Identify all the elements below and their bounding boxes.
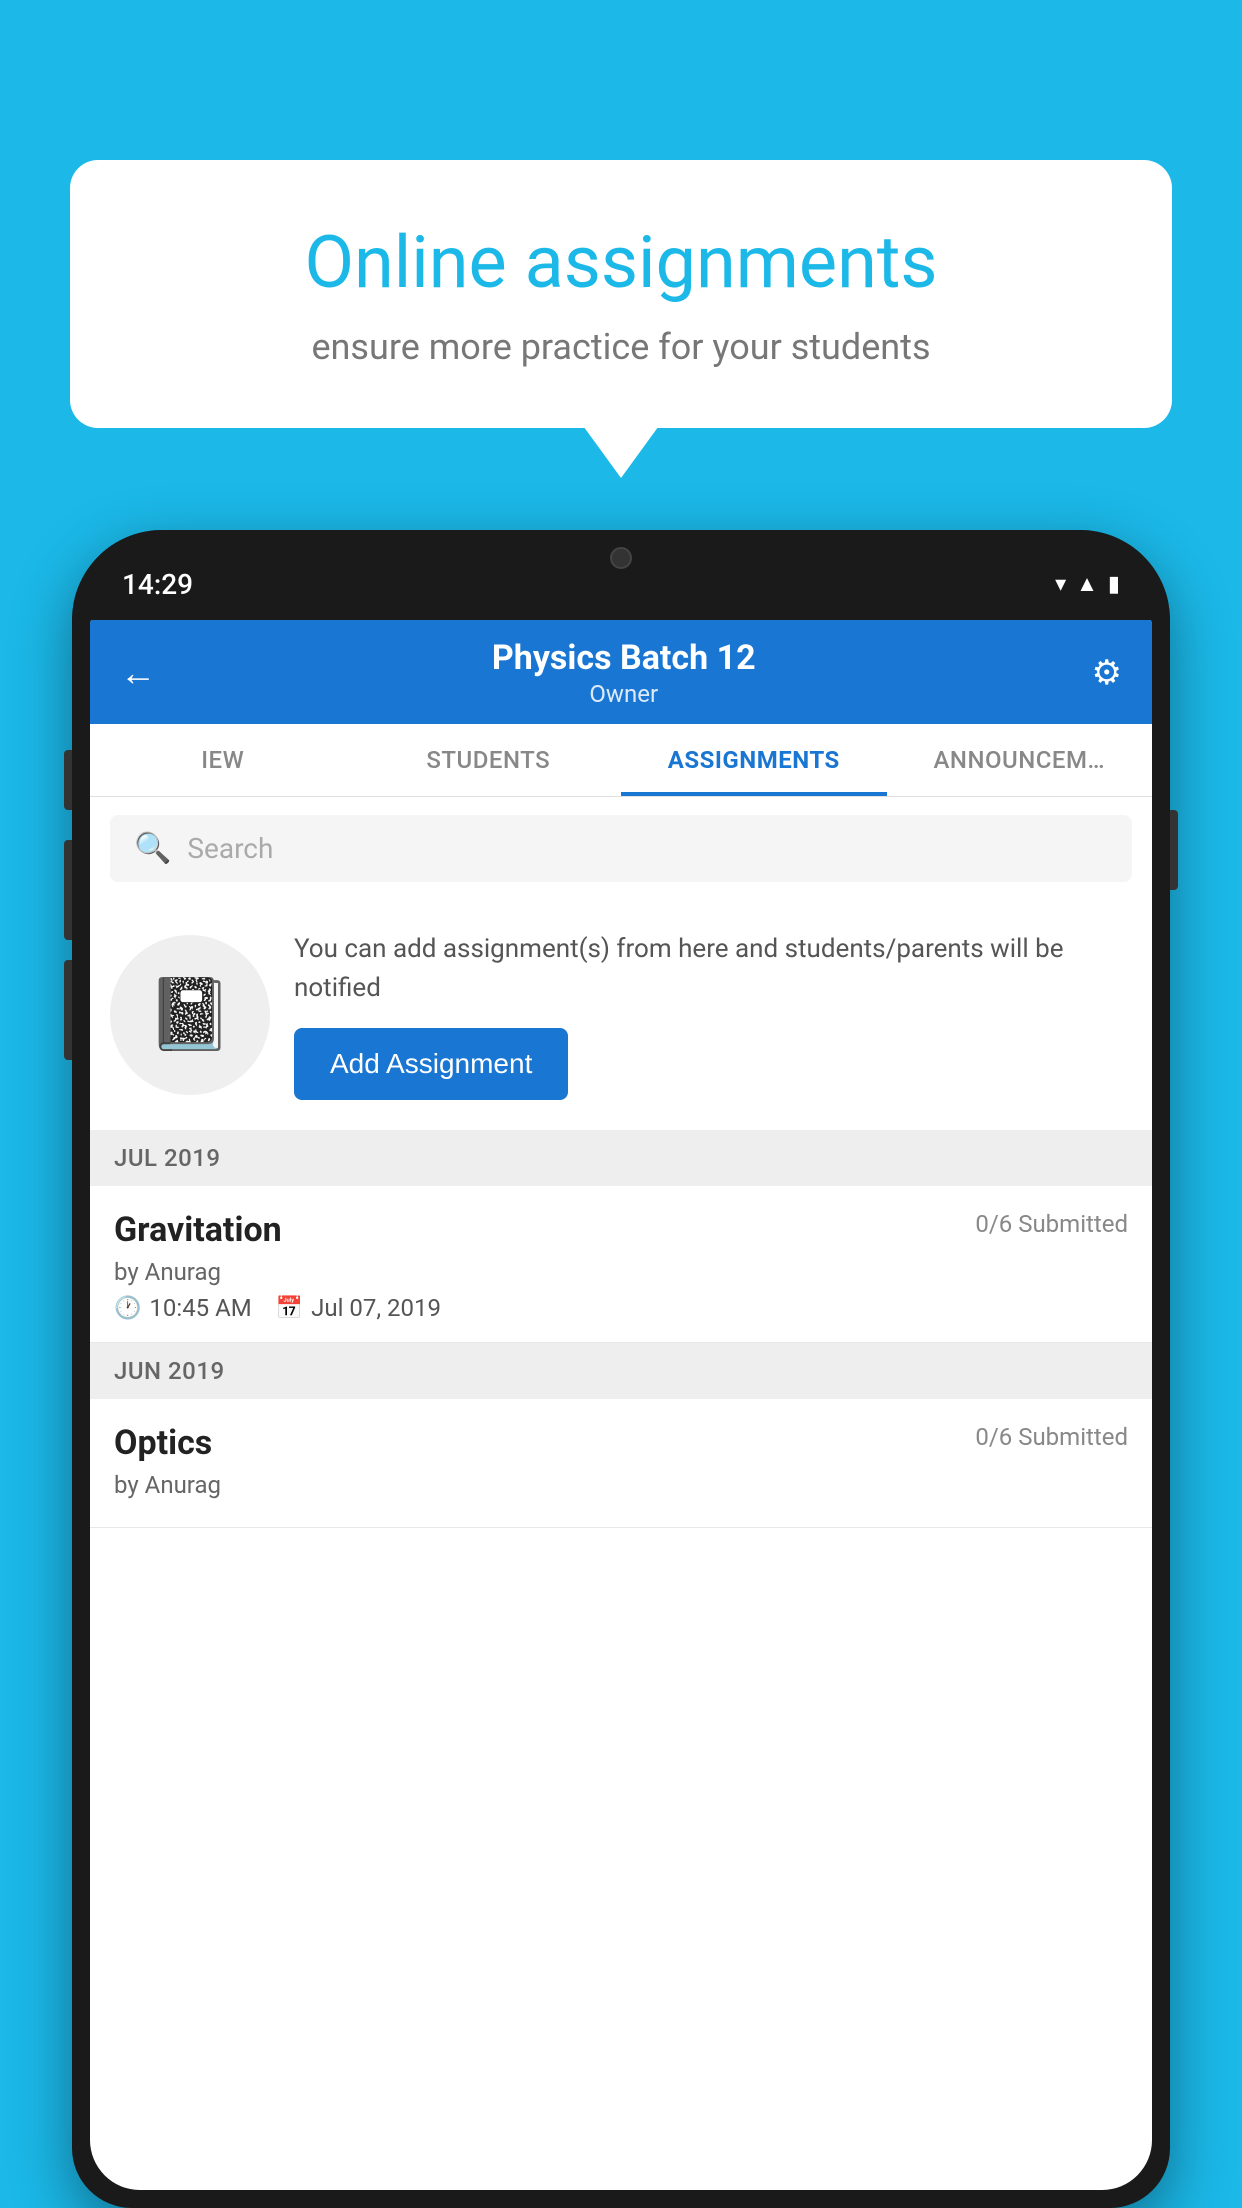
bubble-title: Online assignments bbox=[150, 220, 1092, 306]
status-icons: ▾ ▲ ▮ bbox=[1055, 571, 1120, 597]
promo-section: 📓 You can add assignment(s) from here an… bbox=[90, 900, 1152, 1130]
search-box[interactable]: 🔍 Search bbox=[110, 815, 1132, 882]
assignment-item-gravitation[interactable]: Gravitation 0/6 Submitted by Anurag 🕐 10… bbox=[90, 1186, 1152, 1343]
promo-text: You can add assignment(s) from here and … bbox=[294, 930, 1132, 1008]
assignment-submitted: 0/6 Submitted bbox=[975, 1210, 1128, 1238]
assignment-meta: 🕐 10:45 AM 📅 Jul 07, 2019 bbox=[114, 1294, 1128, 1322]
status-time: 14:29 bbox=[122, 568, 193, 601]
phone-screen: ← Physics Batch 12 Owner ⚙ IEW STUDENTS … bbox=[90, 618, 1152, 2190]
tab-students[interactable]: STUDENTS bbox=[356, 724, 622, 796]
assignment-date-value: Jul 07, 2019 bbox=[311, 1294, 441, 1322]
section-jul-2019: JUL 2019 bbox=[90, 1130, 1152, 1186]
speech-bubble: Online assignments ensure more practice … bbox=[70, 160, 1172, 428]
header-center: Physics Batch 12 Owner bbox=[156, 638, 1092, 708]
assignment-time-value: 10:45 AM bbox=[149, 1294, 251, 1322]
clock-icon: 🕐 bbox=[114, 1296, 141, 1321]
assignment-top-row-optics: Optics 0/6 Submitted bbox=[114, 1423, 1128, 1463]
status-bar: 14:29 ▾ ▲ ▮ bbox=[72, 530, 1170, 620]
wifi-icon: ▾ bbox=[1055, 572, 1066, 597]
speech-bubble-container: Online assignments ensure more practice … bbox=[70, 160, 1172, 428]
volume-up-button bbox=[64, 750, 72, 810]
search-icon: 🔍 bbox=[134, 831, 171, 866]
battery-icon: ▮ bbox=[1108, 572, 1120, 597]
assignment-date: 📅 Jul 07, 2019 bbox=[276, 1294, 441, 1322]
tab-iew[interactable]: IEW bbox=[90, 724, 356, 796]
settings-button[interactable]: ⚙ bbox=[1092, 653, 1122, 693]
assignment-author-optics: by Anurag bbox=[114, 1471, 1128, 1499]
assignment-title-optics: Optics bbox=[114, 1423, 212, 1463]
back-button[interactable]: ← bbox=[120, 652, 156, 694]
assignment-item-optics[interactable]: Optics 0/6 Submitted by Anurag bbox=[90, 1399, 1152, 1528]
search-input[interactable]: Search bbox=[187, 832, 273, 865]
header-subtitle: Owner bbox=[156, 680, 1092, 708]
volume-down-button bbox=[64, 840, 72, 940]
assignment-author: by Anurag bbox=[114, 1258, 1128, 1286]
promo-content: You can add assignment(s) from here and … bbox=[294, 930, 1132, 1100]
section-jun-2019: JUN 2019 bbox=[90, 1343, 1152, 1399]
add-assignment-button[interactable]: Add Assignment bbox=[294, 1028, 568, 1100]
tab-assignments[interactable]: ASSIGNMENTS bbox=[621, 724, 887, 796]
search-container: 🔍 Search bbox=[90, 797, 1152, 900]
app-header: ← Physics Batch 12 Owner ⚙ bbox=[90, 618, 1152, 724]
header-title: Physics Batch 12 bbox=[156, 638, 1092, 678]
assignment-submitted-optics: 0/6 Submitted bbox=[975, 1423, 1128, 1451]
calendar-icon: 📅 bbox=[276, 1296, 303, 1321]
silent-button bbox=[64, 960, 72, 1060]
tab-announcements[interactable]: ANNOUNCEM… bbox=[887, 724, 1153, 796]
tabs-container: IEW STUDENTS ASSIGNMENTS ANNOUNCEM… bbox=[90, 724, 1152, 797]
notebook-icon: 📓 bbox=[146, 974, 233, 1056]
phone-frame: 14:29 ▾ ▲ ▮ ← Physics Batch 12 Owner ⚙ I… bbox=[72, 530, 1170, 2208]
power-button bbox=[1170, 810, 1178, 890]
bubble-subtitle: ensure more practice for your students bbox=[150, 326, 1092, 368]
camera bbox=[610, 547, 632, 569]
promo-icon-circle: 📓 bbox=[110, 935, 270, 1095]
signal-icon: ▲ bbox=[1076, 571, 1098, 597]
assignment-top-row: Gravitation 0/6 Submitted bbox=[114, 1210, 1128, 1250]
phone-notch bbox=[541, 530, 701, 585]
assignment-time: 🕐 10:45 AM bbox=[114, 1294, 252, 1322]
assignment-title: Gravitation bbox=[114, 1210, 282, 1250]
